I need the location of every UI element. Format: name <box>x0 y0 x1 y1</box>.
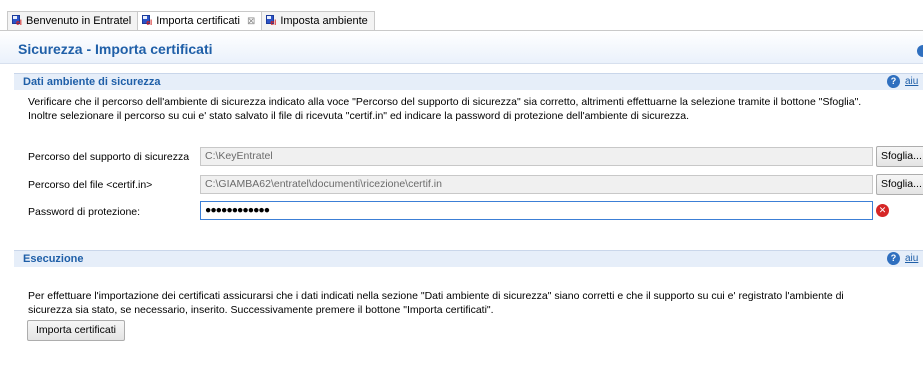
help-group: ? aiu <box>887 252 918 265</box>
certif-path-label: Percorso del file <certif.in> <box>28 179 153 191</box>
support-path-label: Percorso del supporto di sicurezza <box>28 151 190 163</box>
browse-certif-button[interactable]: Sfoglia... <box>876 174 923 195</box>
description-line: Inoltre selezionare il percorso su cui e… <box>28 110 690 122</box>
tab-label: Imposta ambiente <box>280 15 368 27</box>
help-link[interactable]: aiu <box>905 76 918 87</box>
section-title: Esecuzione <box>23 253 84 265</box>
section-header-execution: Esecuzione ? aiu <box>14 250 923 267</box>
tab-strip: el Benvenuto in Entratel el Importa cert… <box>7 11 375 30</box>
description-line: sicurezza sia stato, se necessario, inse… <box>28 304 494 316</box>
section-description: Verificare che il percorso dell'ambiente… <box>28 95 908 123</box>
help-icon[interactable] <box>917 45 923 57</box>
import-certificates-button[interactable]: Importa certificati <box>27 320 125 341</box>
password-label: Password di protezione: <box>28 206 141 218</box>
help-icon[interactable]: ? <box>887 75 900 88</box>
error-icon: ✕ <box>876 204 889 217</box>
page-title: Sicurezza - Importa certificati <box>18 41 213 57</box>
description-line: Verificare che il percorso dell'ambiente… <box>28 96 862 108</box>
editor-tab-bar: el Benvenuto in Entratel el Importa cert… <box>0 0 923 30</box>
tab-label: Importa certificati <box>156 15 240 27</box>
entratel-app-icon: el <box>142 15 153 27</box>
entratel-app-icon: el <box>266 15 277 27</box>
entratel-app-icon: el <box>12 15 23 27</box>
help-group: ? aiu <box>887 75 918 88</box>
tab-benvenuto[interactable]: el Benvenuto in Entratel <box>7 11 139 30</box>
tab-importa-certificati[interactable]: el Importa certificati ⊠ <box>137 11 263 30</box>
tab-imposta-ambiente[interactable]: el Imposta ambiente <box>261 11 375 30</box>
tab-label: Benvenuto in Entratel <box>26 15 132 27</box>
browse-support-button[interactable]: Sfoglia... <box>876 146 923 167</box>
certif-path-field[interactable]: C:\GIAMBA62\entratel\documenti\ricezione… <box>200 175 873 194</box>
close-icon[interactable]: ⊠ <box>247 16 255 27</box>
password-field[interactable]: ●●●●●●●●●●●● <box>200 201 873 220</box>
section-description: Per effettuare l'importazione dei certif… <box>28 289 908 317</box>
help-link[interactable]: aiu <box>905 253 918 264</box>
section-title: Dati ambiente di sicurezza <box>23 76 161 88</box>
description-line: Per effettuare l'importazione dei certif… <box>28 290 844 302</box>
section-header-security: Dati ambiente di sicurezza ? aiu <box>14 73 923 90</box>
page-header: Sicurezza - Importa certificati <box>0 31 923 64</box>
support-path-field[interactable]: C:\KeyEntratel <box>200 147 873 166</box>
editor-content: Sicurezza - Importa certificati Dati amb… <box>0 30 923 377</box>
help-icon[interactable]: ? <box>887 252 900 265</box>
